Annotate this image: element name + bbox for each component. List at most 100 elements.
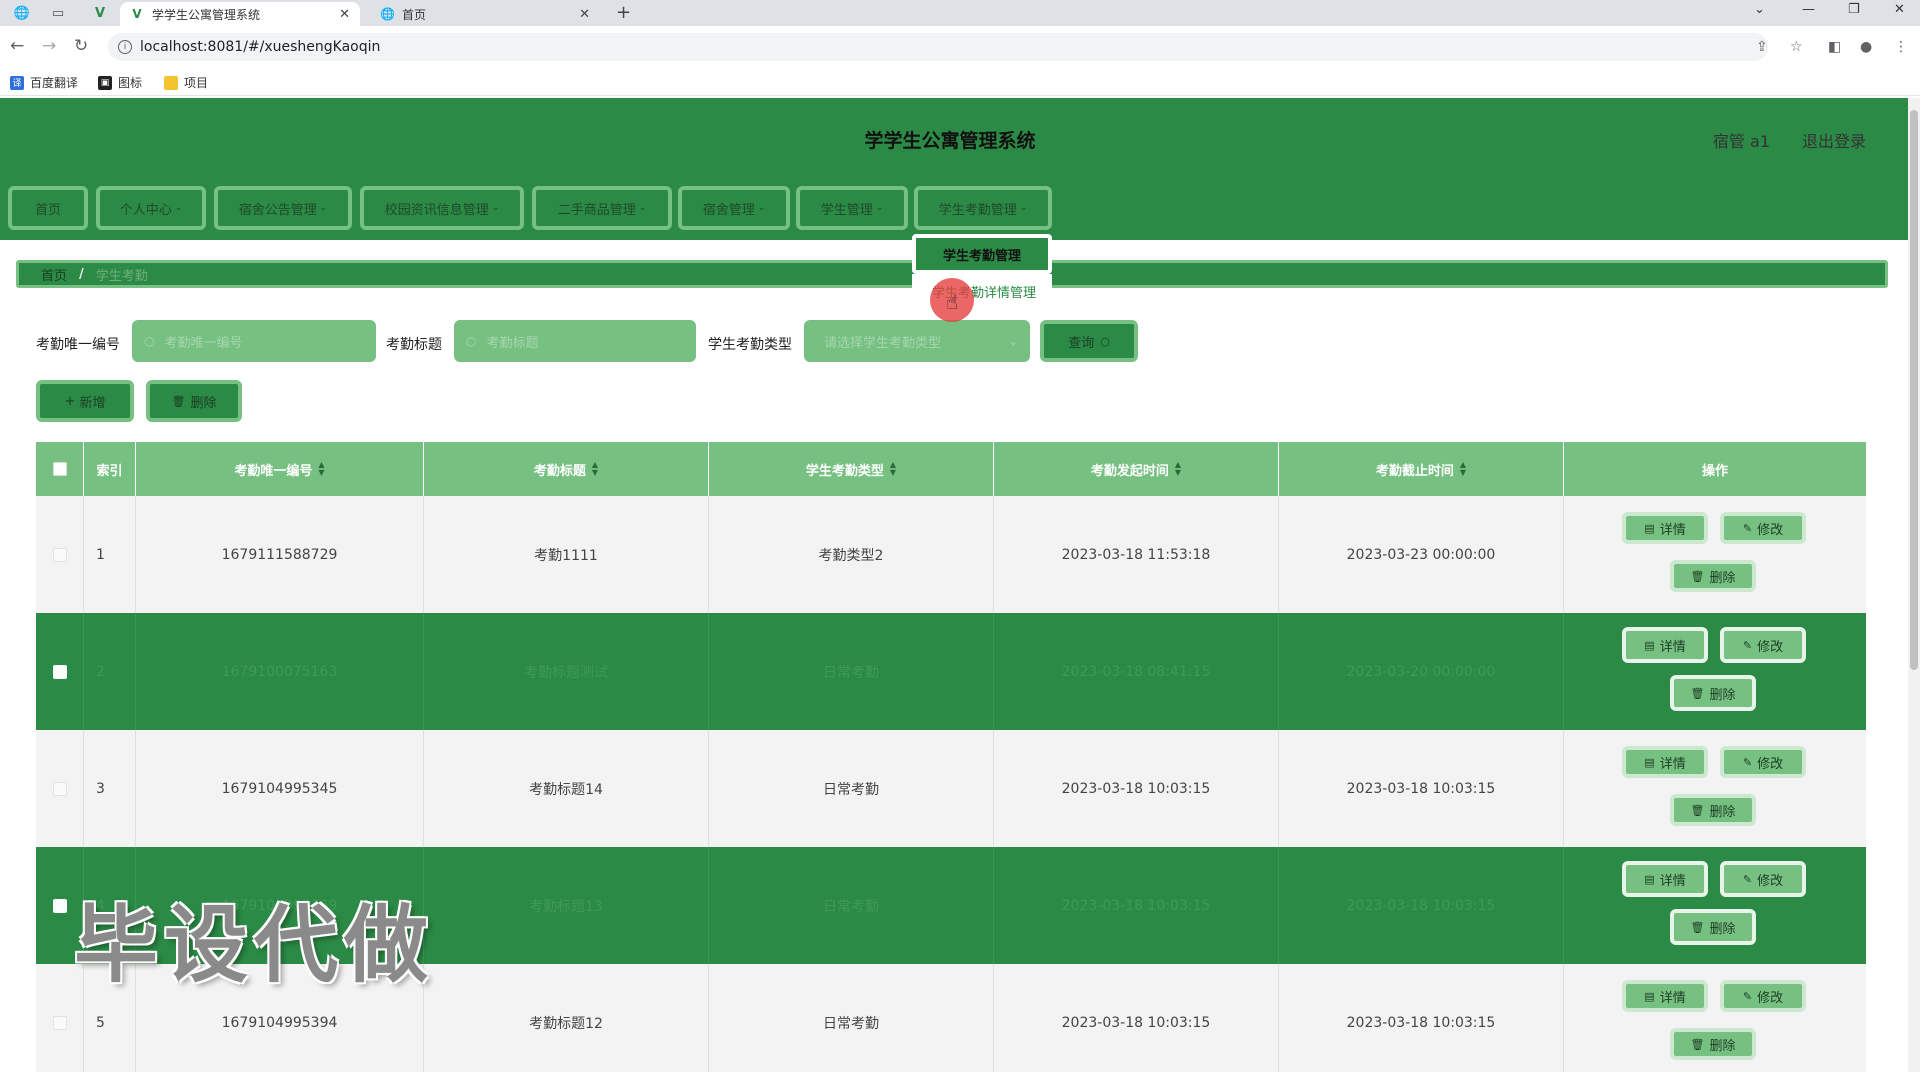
- ops-cell: ▤ 详情 ✎ 修改 🗑 删除: [1564, 964, 1866, 1072]
- detail-label: 详情: [1659, 990, 1686, 1006]
- edit-button[interactable]: ✎ 修改: [1720, 627, 1806, 663]
- minimize-icon[interactable]: —: [1802, 2, 1815, 17]
- bookmark-label: 项目: [184, 76, 209, 90]
- close-icon[interactable]: ✕: [339, 7, 350, 22]
- col-title[interactable]: 考勤标题 ▲ ▼: [424, 442, 709, 496]
- ops-cell: ▤ 详情 ✎ 修改 🗑 删除: [1564, 496, 1866, 613]
- close-icon[interactable]: ✕: [579, 7, 590, 22]
- detail-button[interactable]: ▤ 详情: [1622, 746, 1708, 778]
- table-row[interactable]: 3 1679104995345 考勤标题14 日常考勤 2023-03-18 1…: [36, 730, 1866, 847]
- end-cell: 2023-03-20 00:00:00: [1279, 613, 1564, 730]
- info-icon[interactable]: i: [118, 40, 132, 54]
- scrollbar-thumb[interactable]: [1910, 110, 1918, 670]
- new-tab-icon[interactable]: +: [616, 2, 631, 23]
- sort-icon[interactable]: ▲ ▼: [1460, 461, 1466, 477]
- row-checkbox[interactable]: [52, 1015, 67, 1030]
- menu-item-goods[interactable]: 二手商品管理 ⌄: [532, 186, 672, 230]
- logout-link[interactable]: 退出登录: [1802, 128, 1866, 152]
- col-id[interactable]: 考勤唯一编号 ▲ ▼: [136, 442, 424, 496]
- select-all-cell: [36, 442, 84, 496]
- row-checkbox[interactable]: [52, 664, 67, 679]
- bookmark-item[interactable]: 译 百度翻译: [10, 74, 78, 91]
- table-row[interactable]: 2 1679100075163 考勤标题测试 日常考勤 2023-03-18 0…: [36, 613, 1866, 730]
- detail-button[interactable]: ▤ 详情: [1622, 627, 1708, 663]
- col-type[interactable]: 学生考勤类型 ▲ ▼: [709, 442, 994, 496]
- select-all-checkbox[interactable]: [52, 462, 67, 476]
- menu-item-news[interactable]: 校园资讯信息管理 ⌄: [360, 186, 524, 230]
- reload-icon[interactable]: ↻: [74, 36, 88, 56]
- delete-button[interactable]: 🗑 删除: [1670, 909, 1756, 945]
- placeholder: 请选择学生考勤类型: [824, 335, 942, 351]
- trash-icon: 🗑: [1690, 1037, 1705, 1051]
- title-cell: 考勤标题12: [424, 964, 709, 1072]
- detail-button[interactable]: ▤ 详情: [1622, 980, 1708, 1012]
- close-window-icon[interactable]: ✕: [1894, 2, 1905, 17]
- address-bar[interactable]: i localhost:8081/#/xueshengKaoqin: [108, 33, 1768, 61]
- row-checkbox[interactable]: [52, 898, 67, 913]
- breadcrumb-home[interactable]: 首页: [41, 265, 67, 284]
- vue-icon[interactable]: V: [88, 3, 112, 23]
- menu-item-student[interactable]: 学生管理 ⌄: [796, 186, 908, 230]
- sidepanel-icon[interactable]: ◧: [1828, 39, 1841, 55]
- blank-tab-icon[interactable]: ▭: [46, 3, 70, 23]
- star-icon[interactable]: ☆: [1790, 39, 1803, 55]
- sort-icon[interactable]: ▲ ▼: [318, 461, 324, 477]
- query-button[interactable]: 查询 ○: [1040, 320, 1138, 362]
- url-text: localhost:8081/#/xueshengKaoqin: [140, 39, 381, 55]
- index-cell: 2: [84, 613, 136, 730]
- sort-icon[interactable]: ▲ ▼: [592, 461, 598, 477]
- tab-title: 学学生公寓管理系统: [152, 7, 261, 22]
- delete-button[interactable]: 🗑 删除: [1670, 1028, 1756, 1060]
- delete-button[interactable]: 🗑 删除: [1670, 560, 1756, 592]
- detail-button[interactable]: ▤ 详情: [1622, 512, 1708, 544]
- profile-icon[interactable]: ●: [1860, 39, 1872, 55]
- back-icon[interactable]: ←: [10, 36, 24, 56]
- start-cell: 2023-03-18 10:03:15: [994, 847, 1279, 964]
- row-checkbox[interactable]: [52, 781, 67, 796]
- bookmark-item[interactable]: ▣ 图标: [98, 74, 142, 91]
- bookmark-label: 图标: [118, 76, 143, 90]
- sort-icon[interactable]: ▲ ▼: [1175, 461, 1181, 477]
- table-row[interactable]: 1 1679111588729 考勤1111 考勤类型2 2023-03-18 …: [36, 496, 1866, 613]
- start-cell: 2023-03-18 10:03:15: [994, 964, 1279, 1072]
- page-scrollbar[interactable]: [1908, 98, 1920, 1072]
- batch-delete-button[interactable]: 🗑 删除: [146, 380, 242, 422]
- menu-label: 校园资讯信息管理: [384, 202, 489, 218]
- menu-item-profile[interactable]: 个人中心 ⌄: [96, 186, 206, 230]
- detail-button[interactable]: ▤ 详情: [1622, 861, 1708, 897]
- row-checkbox[interactable]: [52, 547, 67, 562]
- bookmark-item[interactable]: 项目: [164, 74, 208, 91]
- menu-item-notice[interactable]: 宿舍公告管理 ⌄: [214, 186, 352, 230]
- share-icon[interactable]: ⇪: [1756, 39, 1768, 55]
- browser-tab[interactable]: 🌐 首页 ✕: [370, 2, 600, 26]
- globe-icon[interactable]: 🌐: [10, 3, 34, 23]
- id-search-input[interactable]: ○ 考勤唯一编号: [132, 320, 376, 362]
- menu-dots-icon[interactable]: ⋮: [1894, 39, 1908, 55]
- menu-item-dorm[interactable]: 宿舍管理 ⌄: [678, 186, 790, 230]
- col-start[interactable]: 考勤发起时间 ▲ ▼: [994, 442, 1279, 496]
- edit-button[interactable]: ✎ 修改: [1720, 980, 1806, 1012]
- type-select[interactable]: 请选择学生考勤类型 ⌄: [804, 320, 1030, 362]
- delete-label: 删除: [190, 395, 217, 411]
- chevron-down-icon[interactable]: ⌄: [1754, 2, 1765, 17]
- title-search-input[interactable]: ○ 考勤标题: [454, 320, 696, 362]
- edit-button[interactable]: ✎ 修改: [1720, 861, 1806, 897]
- menu-item-attendance[interactable]: 学生考勤管理 ⌄: [914, 186, 1052, 230]
- tab-title: 首页: [402, 7, 427, 22]
- sort-icon[interactable]: ▲ ▼: [890, 461, 896, 477]
- menu-label: 首页: [34, 202, 61, 218]
- menu-item-home[interactable]: 首页: [8, 186, 88, 230]
- forward-icon[interactable]: →: [42, 36, 56, 56]
- add-button[interactable]: + 新增: [36, 380, 134, 422]
- delete-button[interactable]: 🗑 删除: [1670, 794, 1756, 826]
- submenu-item-attendance[interactable]: 学生考勤管理: [912, 234, 1052, 274]
- delete-label: 删除: [1709, 687, 1736, 703]
- browser-tab-active[interactable]: V 学学生公寓管理系统 ✕: [120, 2, 360, 26]
- type-cell: 日常考勤: [709, 964, 994, 1072]
- edit-button[interactable]: ✎ 修改: [1720, 512, 1806, 544]
- delete-button[interactable]: 🗑 删除: [1670, 675, 1756, 711]
- restore-icon[interactable]: ❐: [1848, 2, 1860, 17]
- edit-button[interactable]: ✎ 修改: [1720, 746, 1806, 778]
- col-end[interactable]: 考勤截止时间 ▲ ▼: [1279, 442, 1564, 496]
- end-cell: 2023-03-18 10:03:15: [1279, 964, 1564, 1072]
